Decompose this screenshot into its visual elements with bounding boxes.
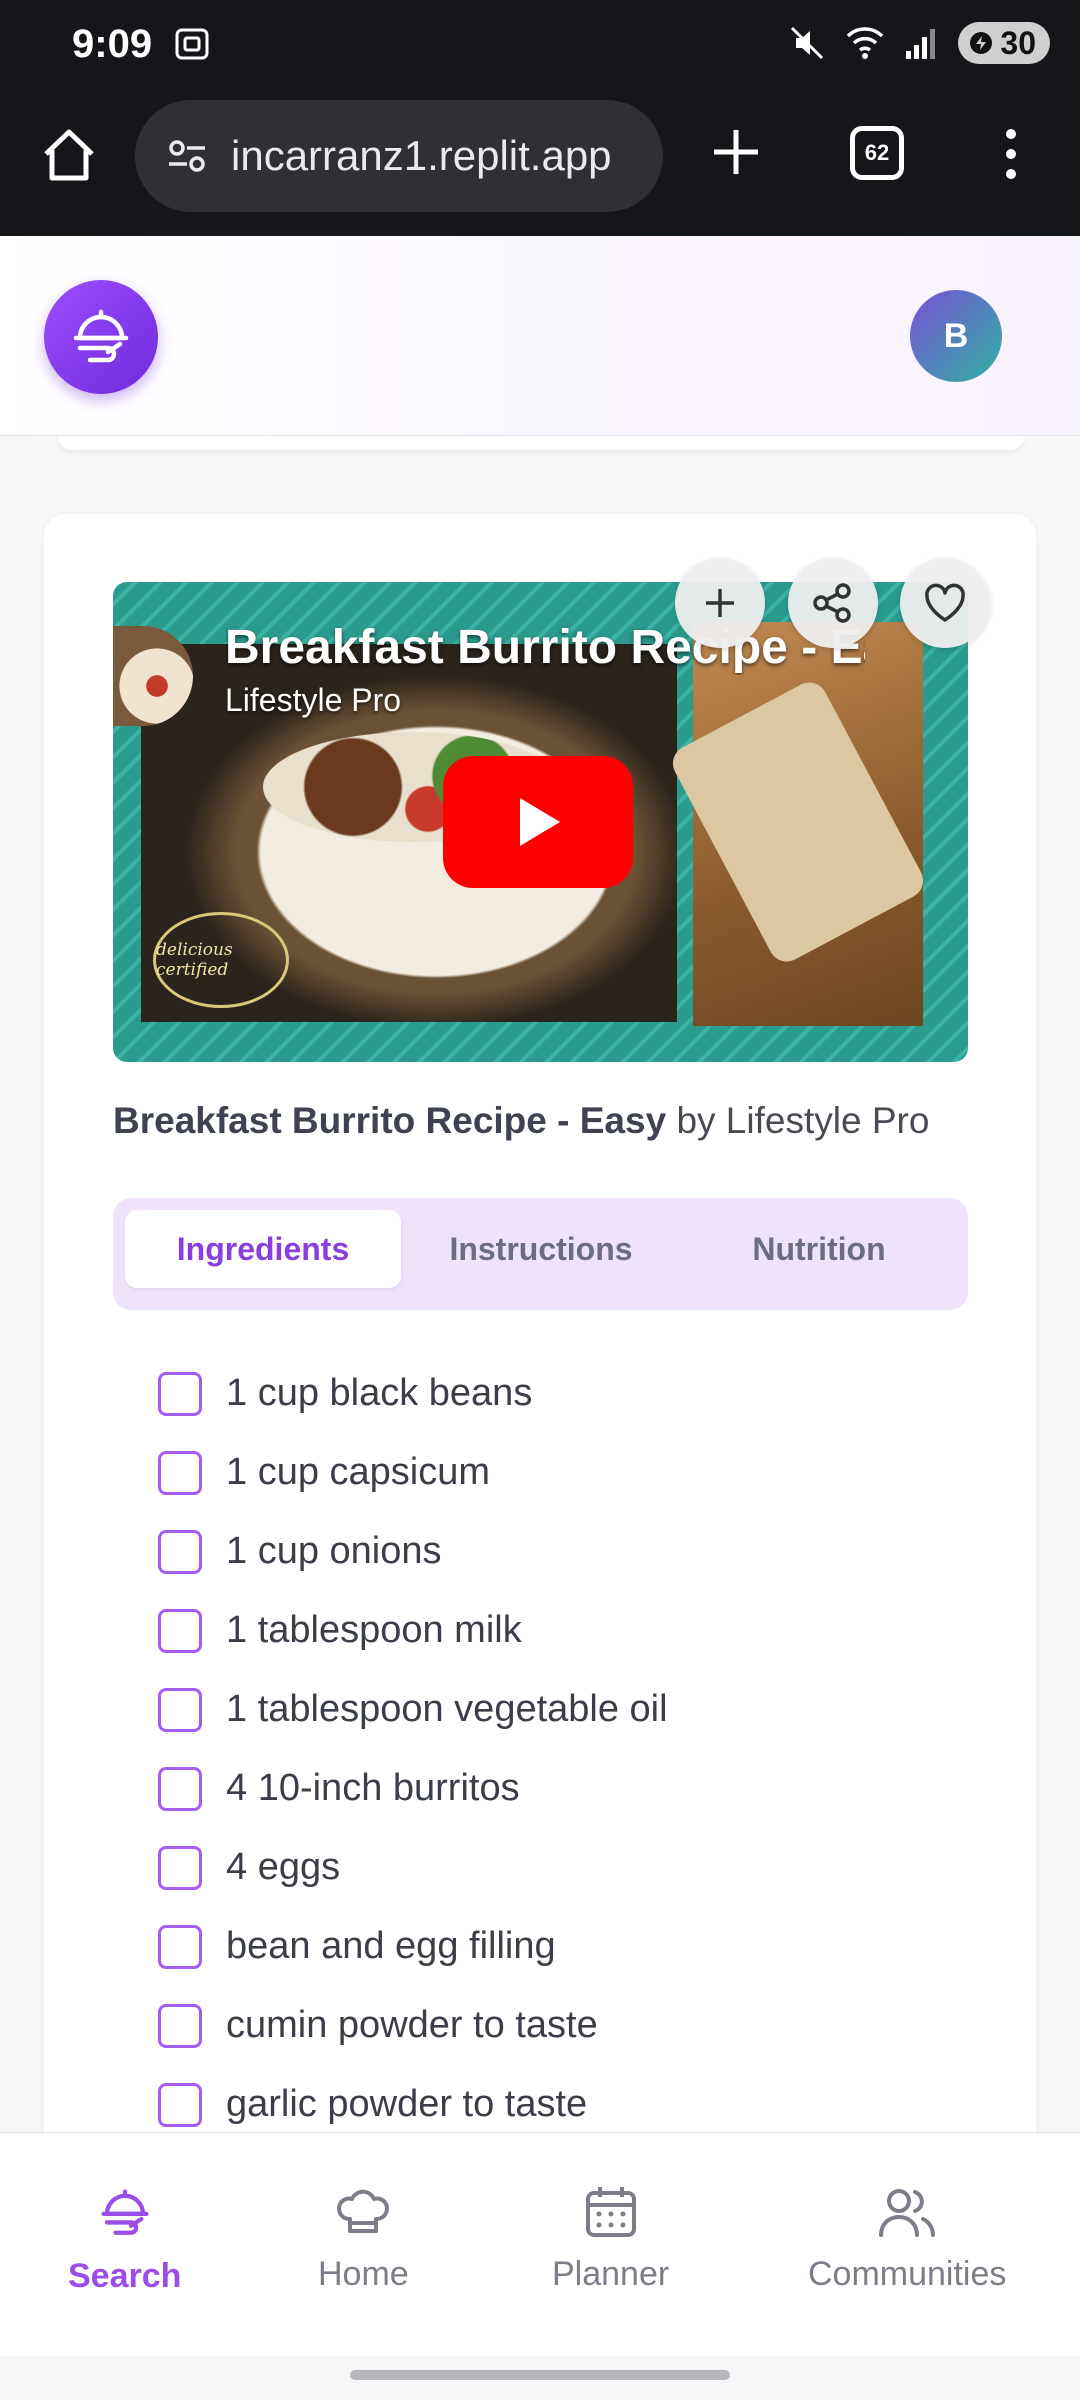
ingredient-checkbox[interactable] bbox=[158, 2082, 202, 2127]
list-item: bean and egg filling bbox=[158, 1907, 668, 1986]
recipe-tabs: Ingredients Instructions Nutrition bbox=[113, 1198, 968, 1310]
ingredient-label: 4 eggs bbox=[226, 1846, 341, 1888]
ingredient-label: 1 tablespoon vegetable oil bbox=[226, 1688, 668, 1730]
ingredient-checkbox[interactable] bbox=[158, 1766, 202, 1811]
app-logo-button[interactable] bbox=[44, 280, 158, 394]
nav-search[interactable]: Search bbox=[68, 2183, 181, 2296]
gesture-bar[interactable] bbox=[350, 2370, 730, 2380]
ingredient-label: 1 cup onions bbox=[226, 1530, 442, 1572]
calendar-icon bbox=[585, 2187, 636, 2237]
ingredient-checkbox[interactable] bbox=[158, 1924, 202, 1969]
ingredient-checkbox[interactable] bbox=[158, 1845, 202, 1890]
ingredient-checkbox[interactable] bbox=[158, 1371, 202, 1416]
mute-icon bbox=[791, 26, 824, 60]
browser-toolbar: incarranz1.replit.app 62 bbox=[0, 90, 1080, 236]
status-bar: 9:09 30 bbox=[0, 0, 1080, 90]
more-menu-icon[interactable] bbox=[996, 124, 1026, 184]
search-dish-icon bbox=[101, 2189, 149, 2235]
ingredient-label: 1 cup capsicum bbox=[226, 1451, 491, 1493]
dish-logo-icon bbox=[73, 309, 129, 363]
home-icon[interactable] bbox=[38, 124, 100, 186]
nav-search-label: Search bbox=[68, 2257, 182, 2295]
ingredient-checkbox[interactable] bbox=[158, 1529, 202, 1574]
ingredient-checkbox[interactable] bbox=[158, 1450, 202, 1495]
tab-ingredients[interactable]: Ingredients bbox=[125, 1210, 401, 1288]
play-button[interactable] bbox=[443, 756, 633, 888]
share-icon bbox=[813, 583, 851, 623]
list-item: 1 cup capsicum bbox=[158, 1433, 668, 1512]
tab-switcher-button[interactable]: 62 bbox=[850, 126, 904, 180]
tab-instructions[interactable]: Instructions bbox=[403, 1210, 679, 1288]
list-item: 4 10-inch burritos bbox=[158, 1749, 668, 1828]
ingredient-checkbox[interactable] bbox=[158, 1687, 202, 1732]
bottom-navigation: Search Home Planner Communities bbox=[0, 2132, 1080, 2356]
recipe-title: Breakfast Burrito Recipe - Easy bbox=[113, 1100, 667, 1141]
recipe-byline: Breakfast Burrito Recipe - Easy by Lifes… bbox=[113, 1100, 929, 1142]
list-item: 1 cup onions bbox=[158, 1512, 668, 1591]
collapsed-panel-edge bbox=[58, 436, 1024, 450]
signal-icon bbox=[906, 29, 936, 59]
nav-planner[interactable]: Planner bbox=[552, 2183, 669, 2294]
ingredient-checkbox[interactable] bbox=[158, 2003, 202, 2048]
chef-hat-icon bbox=[337, 2189, 390, 2233]
list-item: 1 tablespoon milk bbox=[158, 1591, 668, 1670]
nav-planner-label: Planner bbox=[552, 2255, 670, 2293]
ingredient-label: garlic powder to taste bbox=[226, 2083, 588, 2125]
app-header: B bbox=[0, 236, 1080, 436]
tab-nutrition[interactable]: Nutrition bbox=[681, 1210, 957, 1288]
ingredient-list: 1 cup black beans 1 cup capsicum 1 cup o… bbox=[158, 1354, 668, 2144]
play-icon bbox=[520, 798, 560, 846]
heart-icon bbox=[925, 583, 965, 622]
ingredient-label: cumin powder to taste bbox=[226, 2004, 598, 2046]
user-avatar[interactable]: B bbox=[910, 290, 1002, 382]
wifi-icon bbox=[847, 27, 884, 59]
list-item: cumin powder to taste bbox=[158, 1986, 668, 2065]
battery-saver-icon bbox=[970, 32, 993, 54]
nav-home[interactable]: Home bbox=[318, 2183, 409, 2294]
status-time: 9:09 bbox=[72, 22, 153, 66]
ingredient-label: 1 cup black beans bbox=[226, 1372, 533, 1414]
favorite-button[interactable] bbox=[900, 558, 990, 648]
screen-record-icon bbox=[175, 28, 209, 60]
ingredient-label: 4 10-inch burritos bbox=[226, 1767, 520, 1809]
list-item: 1 tablespoon vegetable oil bbox=[158, 1670, 668, 1749]
site-settings-icon[interactable] bbox=[165, 134, 209, 178]
video-channel[interactable]: Lifestyle Pro bbox=[225, 682, 401, 719]
ingredient-checkbox[interactable] bbox=[158, 1608, 202, 1653]
delicious-certified-badge: delicious certified bbox=[153, 912, 289, 1008]
ingredient-label: 1 tablespoon milk bbox=[226, 1609, 522, 1651]
list-item: 1 cup black beans bbox=[158, 1354, 668, 1433]
nav-communities[interactable]: Communities bbox=[808, 2183, 1006, 2294]
address-bar[interactable]: incarranz1.replit.app bbox=[135, 100, 663, 212]
list-item: 4 eggs bbox=[158, 1828, 668, 1907]
ingredient-label: bean and egg filling bbox=[226, 1925, 556, 1967]
nav-communities-label: Communities bbox=[808, 2255, 1007, 2293]
new-tab-icon[interactable] bbox=[706, 122, 766, 182]
battery-level: 30 bbox=[1000, 24, 1036, 61]
recipe-author[interactable]: by Lifestyle Pro bbox=[676, 1100, 929, 1141]
battery-indicator: 30 bbox=[958, 22, 1050, 64]
video-title[interactable]: Breakfast Burrito Recipe - Easy bbox=[225, 620, 865, 675]
url-text: incarranz1.replit.app bbox=[231, 132, 612, 179]
plus-icon bbox=[706, 589, 734, 617]
nav-home-label: Home bbox=[318, 2255, 409, 2293]
video-player[interactable]: Breakfast Burrito Recipe - Easy Lifestyl… bbox=[113, 582, 968, 1062]
add-button[interactable] bbox=[675, 558, 765, 648]
share-button[interactable] bbox=[788, 558, 878, 648]
users-icon bbox=[879, 2189, 936, 2237]
